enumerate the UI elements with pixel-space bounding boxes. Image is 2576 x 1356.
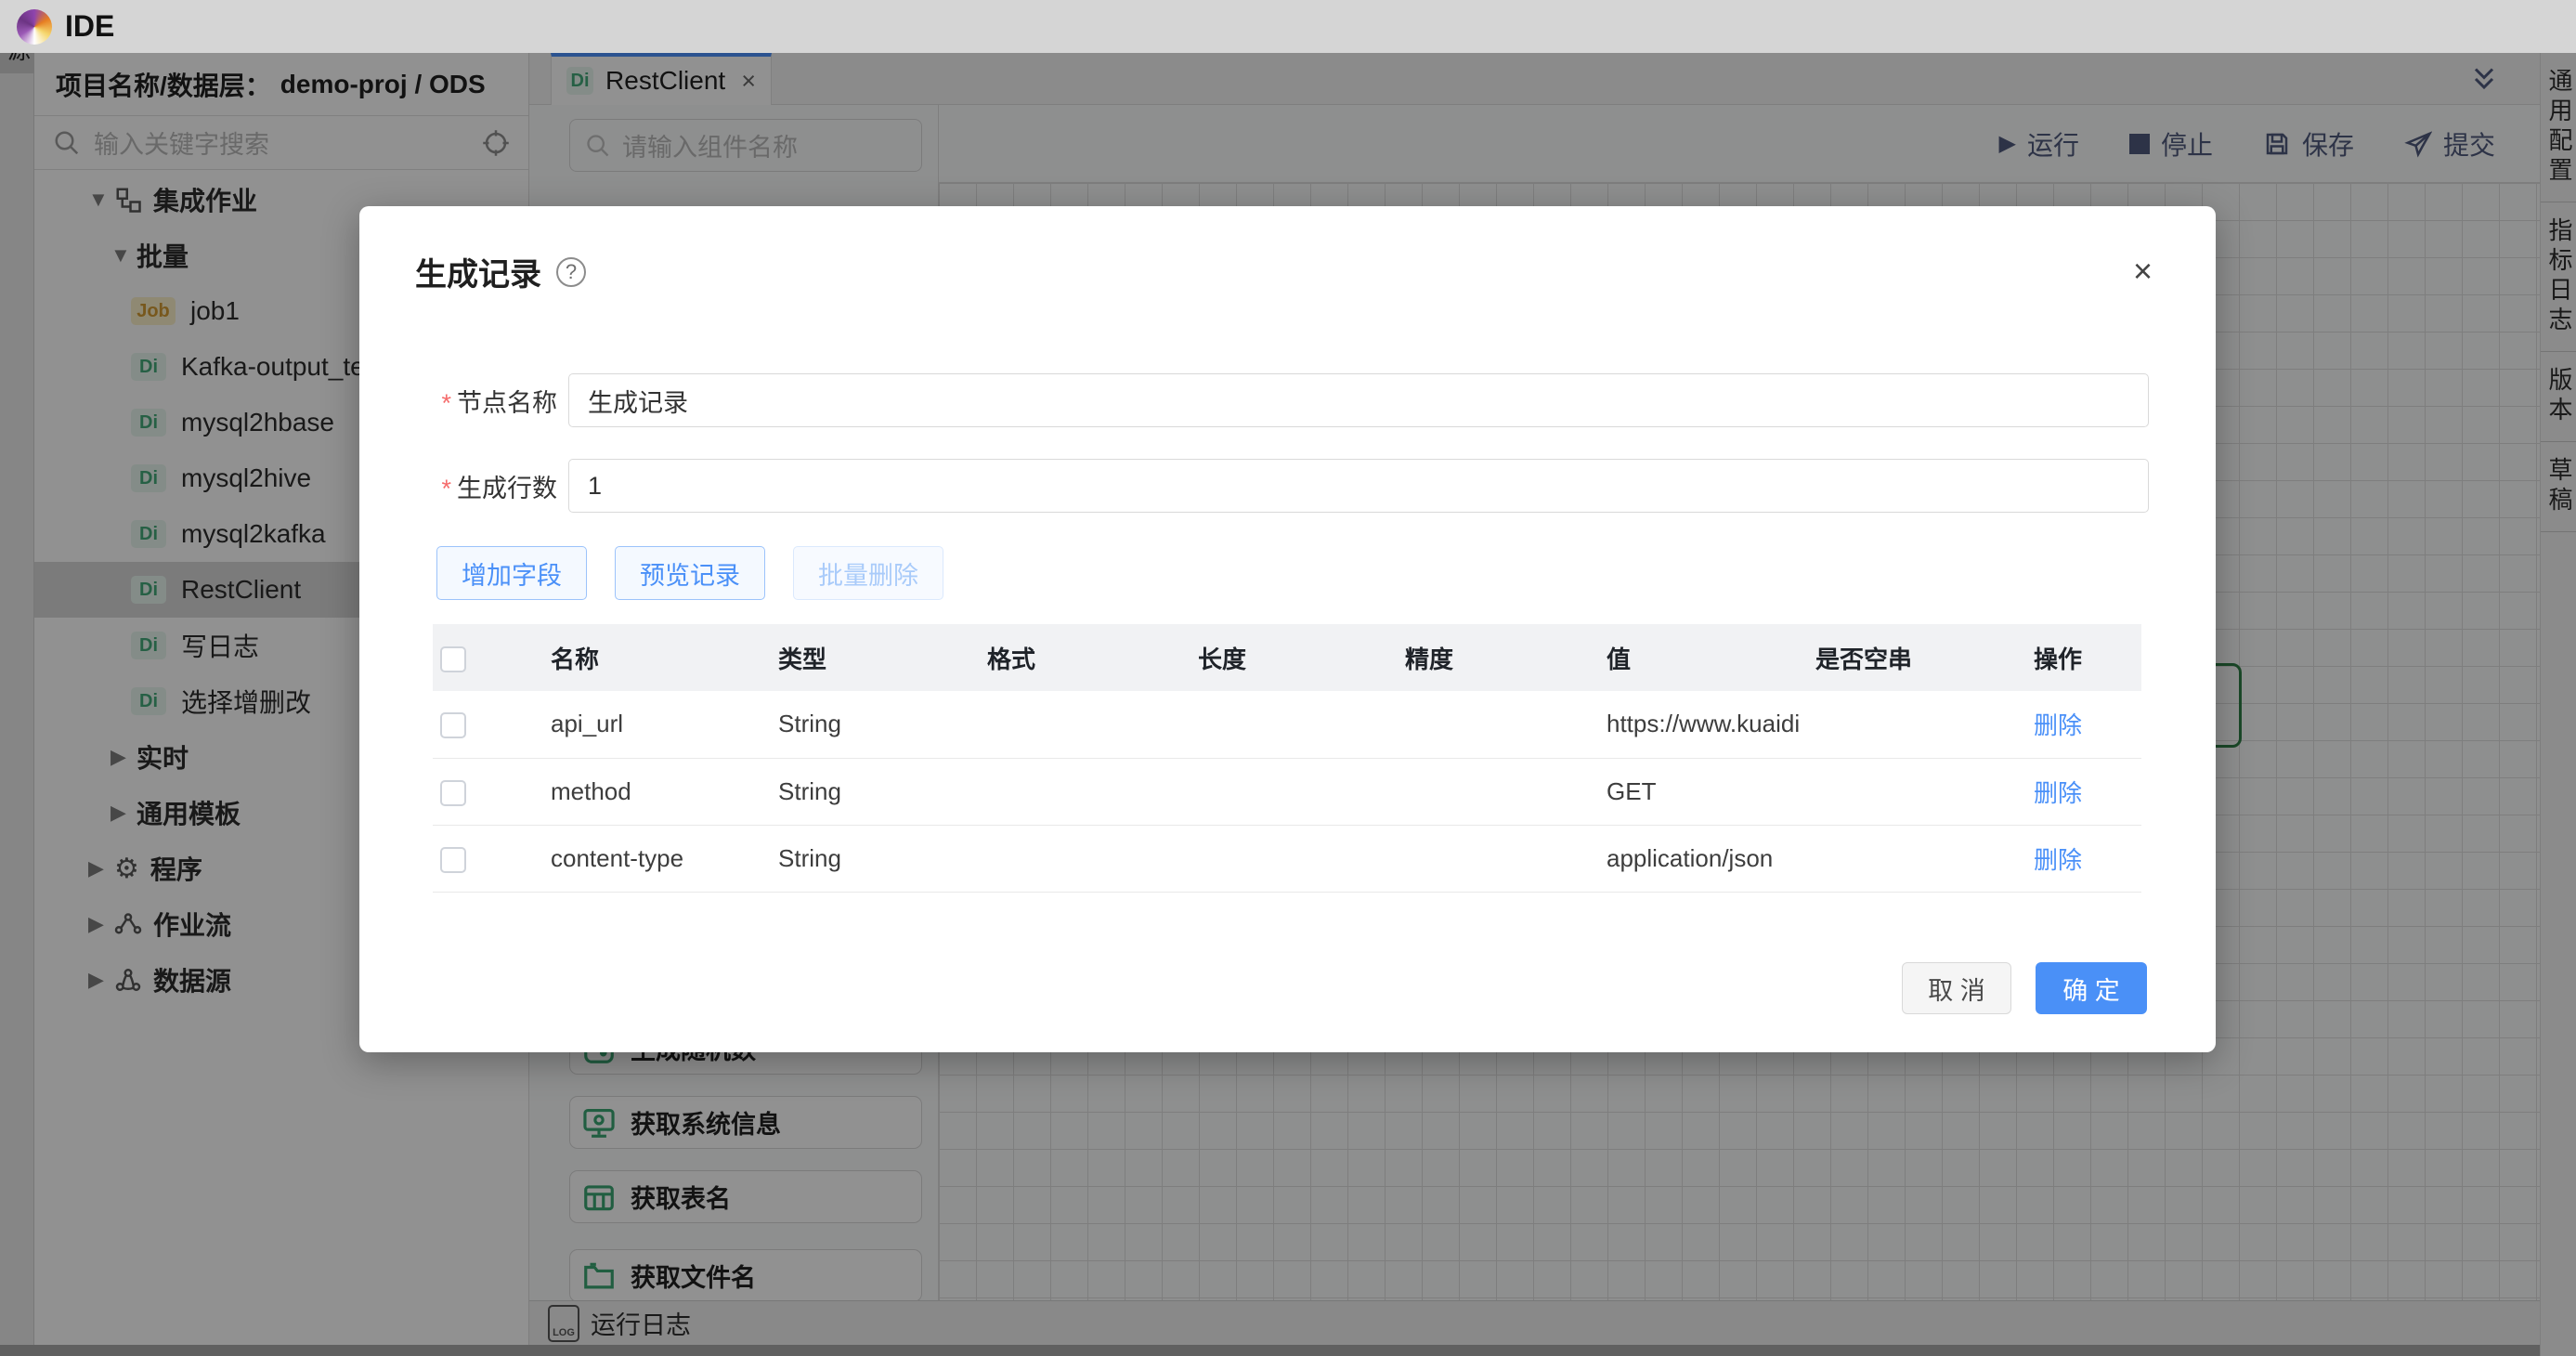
cell-format	[980, 825, 1190, 892]
required-asterisk: *	[441, 389, 451, 417]
cell-format	[980, 691, 1190, 758]
fields-table: 名称 类型 格式 长度 精度 值 是否空串 操作 api_url String …	[433, 624, 2141, 893]
row-checkbox[interactable]	[440, 847, 466, 873]
delete-link[interactable]: 删除	[2034, 846, 2082, 874]
row-checkbox[interactable]	[440, 780, 466, 806]
generate-records-dialog: 生成记录 ? × *节点名称 *生成行数 增加字段 预览记录 批量删除 名称 类…	[359, 206, 2216, 1052]
cell-name: method	[543, 758, 771, 825]
col-format: 格式	[980, 624, 1190, 691]
col-name: 名称	[543, 624, 771, 691]
dialog-title: 生成记录	[415, 249, 541, 294]
col-actions: 操作	[2026, 624, 2141, 691]
cell-type: String	[771, 825, 980, 892]
col-precision: 精度	[1398, 624, 1599, 691]
top-bar: IDE	[0, 0, 2576, 53]
help-icon[interactable]: ?	[556, 257, 586, 287]
cell-length	[1190, 825, 1398, 892]
cell-precision	[1398, 691, 1599, 758]
cell-length	[1190, 691, 1398, 758]
node-name-label: *节点名称	[359, 383, 557, 419]
row-count-row: *生成行数	[359, 459, 2216, 513]
cell-type: String	[771, 758, 980, 825]
row-checkbox[interactable]	[440, 712, 466, 738]
table-row: content-type String application/json 删除	[433, 825, 2141, 892]
cell-empty	[1808, 691, 2026, 758]
required-asterisk: *	[441, 475, 451, 502]
table-row: method String GET 删除	[433, 758, 2141, 825]
col-value: 值	[1599, 624, 1808, 691]
add-field-button[interactable]: 增加字段	[436, 546, 587, 600]
cell-name: api_url	[543, 691, 771, 758]
delete-link[interactable]: 删除	[2034, 779, 2082, 807]
cell-value: https://www.kuaidi	[1599, 691, 1808, 758]
col-type: 类型	[771, 624, 980, 691]
cell-length	[1190, 758, 1398, 825]
app-logo	[17, 9, 52, 45]
cell-format	[980, 758, 1190, 825]
cell-value: GET	[1599, 758, 1808, 825]
col-length: 长度	[1190, 624, 1398, 691]
node-name-row: *节点名称	[359, 373, 2216, 427]
cancel-button[interactable]: 取 消	[1902, 962, 2011, 1014]
row-count-label: *生成行数	[359, 468, 557, 504]
cell-type: String	[771, 691, 980, 758]
select-all-checkbox[interactable]	[440, 646, 466, 672]
delete-link[interactable]: 删除	[2034, 711, 2082, 739]
dialog-close-icon[interactable]: ×	[2133, 254, 2153, 288]
app-title: IDE	[65, 9, 114, 44]
col-empty-string: 是否空串	[1808, 624, 2026, 691]
preview-records-button[interactable]: 预览记录	[615, 546, 765, 600]
cell-empty	[1808, 825, 2026, 892]
cell-precision	[1398, 758, 1599, 825]
cell-precision	[1398, 825, 1599, 892]
table-header-row: 名称 类型 格式 长度 精度 值 是否空串 操作	[433, 624, 2141, 691]
cell-value: application/json	[1599, 825, 1808, 892]
batch-delete-button[interactable]: 批量删除	[793, 546, 943, 600]
cell-name: content-type	[543, 825, 771, 892]
node-name-input[interactable]	[568, 373, 2149, 427]
table-row: api_url String https://www.kuaidi 删除	[433, 691, 2141, 758]
confirm-button[interactable]: 确 定	[2036, 962, 2147, 1014]
cell-empty	[1808, 758, 2026, 825]
row-count-input[interactable]	[568, 459, 2149, 513]
